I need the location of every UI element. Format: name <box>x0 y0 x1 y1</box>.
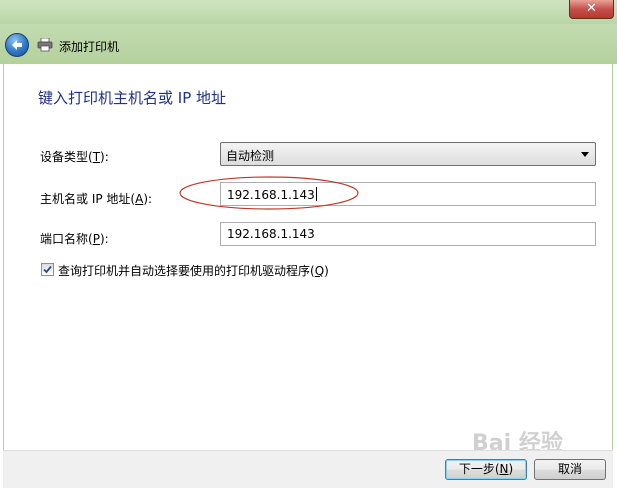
dropdown-arrow-icon <box>581 152 589 157</box>
close-button[interactable]: ✕ <box>569 0 614 19</box>
port-input[interactable]: 192.168.1.143 <box>220 222 596 246</box>
wizard-title: 添加打印机 <box>59 40 120 54</box>
annotation-ellipse <box>179 176 359 210</box>
close-icon: ✕ <box>586 1 597 16</box>
printer-icon <box>37 38 53 52</box>
device-type-label: 设备类型(T): <box>40 150 109 164</box>
query-driver-label[interactable]: 查询打印机并自动选择要使用的打印机驱动程序(Q) <box>58 262 329 279</box>
back-arrow-icon <box>12 40 22 50</box>
device-type-value: 自动检测 <box>226 149 275 163</box>
cancel-button[interactable]: 取消 <box>534 459 606 480</box>
host-label: 主机名或 IP 地址(A): <box>40 192 153 206</box>
port-label: 端口名称(P): <box>40 232 109 246</box>
back-button[interactable] <box>5 33 29 57</box>
checkmark-icon <box>43 265 52 274</box>
content-area <box>3 64 613 450</box>
title-bar: ✕ <box>0 0 617 24</box>
navigation-bar: 添加打印机 <box>0 24 617 64</box>
page-heading: 键入打印机主机名或 IP 地址 <box>38 89 227 107</box>
port-input-value: 192.168.1.143 <box>227 227 315 241</box>
device-type-select[interactable]: 自动检测 <box>220 142 596 166</box>
query-driver-checkbox[interactable] <box>41 263 54 276</box>
next-button[interactable]: 下一步(N) <box>445 459 527 480</box>
